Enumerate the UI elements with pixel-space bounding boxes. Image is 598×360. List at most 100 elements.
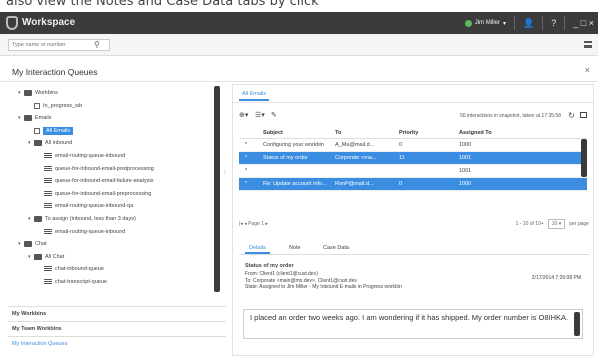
table-cell: 1001 [459,155,472,161]
column-header[interactable]: Assigned To [459,130,519,136]
interactions-grid: Subject To Priority Assigned To * Configurin… [239,127,587,191]
tree-item-label: Emails [35,115,52,122]
detail-tabs: Details Note Case Data [239,241,589,255]
list-icon [44,279,52,285]
app-title: Workspace [22,17,76,28]
list-icon [44,266,52,273]
actions-menu-icon[interactable]: ⊕▾ [239,111,248,119]
tab-details[interactable]: Details [245,244,270,254]
table-row[interactable]: * 1001 [239,165,587,178]
main-menu-icon[interactable] [584,41,592,48]
list-icon [44,153,52,159]
table-cell: Status of my order [263,155,308,161]
table-row[interactable]: * Re: Update account info... RonP@mail.d..… [239,178,587,191]
table-cell: 0 [399,142,403,148]
page-nav[interactable]: |◂ ◂ Page 1 ▸ [239,221,268,227]
person-icon[interactable]: 👤 [523,18,534,29]
tab-all-emails[interactable]: All Emails [239,89,270,101]
email-icon: * [245,168,248,174]
tree-scrollbar[interactable] [214,86,220,292]
page-title: My Interaction Queues [12,67,98,77]
table-cell: RonP@mail.d... [335,181,374,187]
panel-tabs: All Emails [233,85,595,103]
tree-item-label: queue-for-inbound-email-preprocessing [55,190,152,197]
tree-item-label: In_progress_wb [43,102,83,109]
edit-icon[interactable]: ✎ [271,111,277,119]
table-cell: 1000 [459,142,472,148]
tree-item-label: chat-inbound-queue [55,266,104,273]
tab-note[interactable]: Note [285,244,305,252]
table-cell: A_Ma@mail.d... [335,142,375,148]
tab-case-data[interactable]: Case Data [319,244,353,252]
tree-item[interactable]: ▾ Emails [18,113,52,123]
folder-icon [34,216,42,222]
email-icon: * [245,155,248,161]
per-page-label: per page [569,221,589,227]
tree-item[interactable]: All Emails [28,126,74,136]
help-icon[interactable]: ? [551,18,556,28]
popout-icon[interactable] [580,112,587,118]
table-row[interactable]: * Configuring your workbin A_Ma@mail.d... 0… [239,139,587,152]
tree-item-label: queue-for-inbound-email-postprocessing [55,165,154,172]
tree-item[interactable]: ▾ Workbins [18,88,58,98]
table-cell: 0 [399,181,403,187]
column-header[interactable]: Subject [263,130,331,136]
user-status-menu[interactable]: Jim Miller ▾ [464,19,506,27]
tree-item[interactable]: queue-for-inbound-email-failure-analysis [38,176,153,186]
message-scrollbar[interactable] [574,312,580,336]
tree-item[interactable]: ▾ All inbound [28,138,72,148]
detail-state: State: Assigned to Jim Miller - My Inbou… [245,284,402,290]
team-communicator-bar: ⚲ [0,34,598,56]
divider [514,16,516,30]
tree-item[interactable]: ▾ All Chat [28,252,64,262]
title-bar-controls: Jim Miller ▾ 👤 ? _ □ × [464,15,594,31]
folder-icon [24,90,32,96]
grid-header: Subject To Priority Assigned To [239,127,587,139]
tree-item-label: email-routing-queue-inbound-qa [55,203,134,210]
close-icon[interactable]: × [585,65,590,75]
tree-item[interactable]: email-routing-queue-inbound [38,227,125,237]
table-cell: Re: Update account info... [263,181,327,187]
tree-item[interactable]: queue-for-inbound-email-postprocessing [38,164,154,174]
message-text: I placed an order two weeks ago. I am wo… [250,313,569,322]
grid-scrollbar[interactable] [581,139,587,177]
tree-item[interactable]: email-routing-queue-inbound [38,151,125,161]
range-text: 1 - 10 of 10+ [515,221,544,227]
window-controls[interactable]: _ □ × [573,18,594,28]
table-row[interactable]: * Status of my order Corporate <ma... 11 100… [239,152,587,165]
detail-subject: Status of my order [245,263,294,269]
per-page-value: 10 [551,221,558,227]
message-body[interactable]: I placed an order two weeks ago. I am wo… [243,309,583,339]
list-icon [44,203,52,210]
queue-icon [34,127,40,134]
table-cell: 1001 [459,168,472,174]
refresh-icon[interactable]: ↻ [568,111,575,120]
tree-item[interactable]: In_progress_wb [28,101,82,111]
tree-item-label: Chat [35,241,47,248]
detail-date: 2/17/2014 7:26:08 PM [531,275,581,281]
tree-item[interactable]: chat-inbound-queue [38,264,104,274]
tree-item[interactable]: chat-transcript-queue [38,277,107,287]
queues-header: My Interaction Queues × [0,60,598,82]
section-header[interactable]: My Workbins [8,306,226,321]
column-header[interactable]: To [335,130,389,136]
tree-item[interactable]: email-routing-queue-inbound-qa [38,201,133,211]
search-icon[interactable]: ⚲ [94,40,100,49]
panel-splitter[interactable]: ⁞ [224,170,226,176]
list-icon [44,228,52,235]
table-cell: Corporate <ma... [335,155,377,161]
table-cell: Configuring your workbin [263,142,324,148]
columns-menu-icon[interactable]: ☰▾ [255,111,265,119]
pagination: |◂ ◂ Page 1 ▸ 1 - 10 of 10+ 10 ▾ per pag… [239,219,589,231]
caption-text: also view the Notes and Case Data tabs b… [0,0,598,12]
per-page-select[interactable]: 10 ▾ [547,219,566,229]
column-header[interactable]: Priority [399,130,439,136]
table-cell: 11 [399,155,405,161]
email-icon: * [245,181,248,187]
tree-item[interactable]: queue-for-inbound-email-preprocessing [38,189,151,199]
tree-item[interactable]: ▾ To assign (inbound, less than 3 days) [28,214,136,224]
tree-item-label: All inbound [45,140,73,147]
tree-item[interactable]: ▾ Chat [18,239,47,249]
section-header[interactable]: My Interaction Queues [8,336,226,351]
section-header[interactable]: My Team Workbins [8,321,226,336]
